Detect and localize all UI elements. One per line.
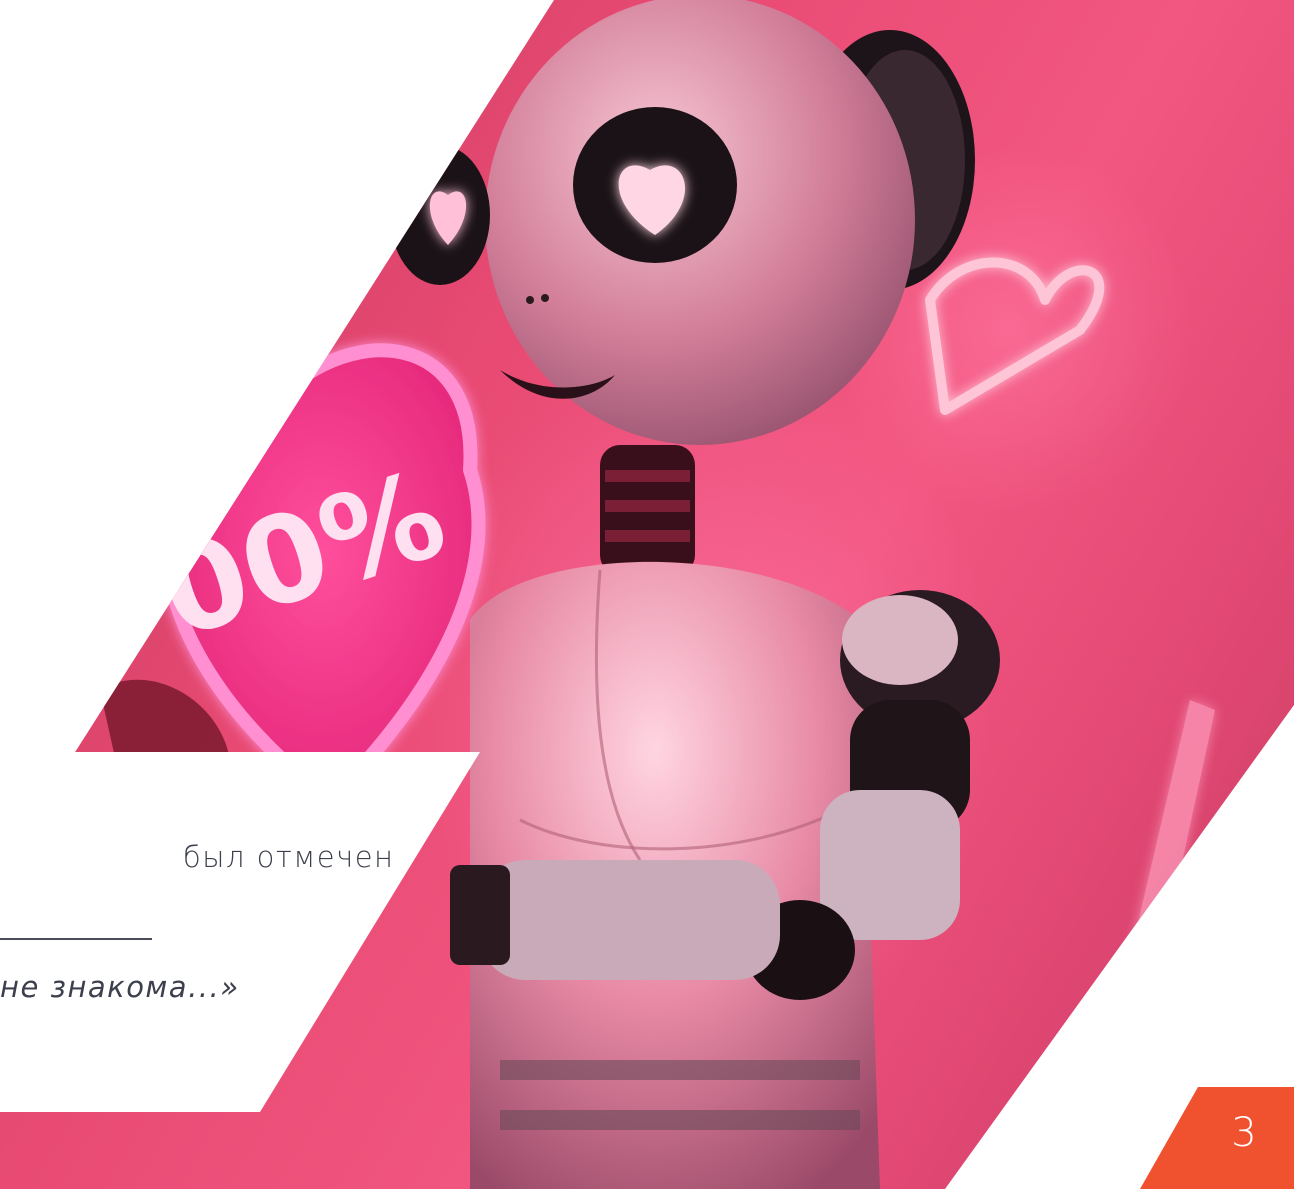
- quote-text-line1: был отмечен: [183, 840, 395, 874]
- quote-divider: [0, 938, 152, 940]
- wall-neon-heart: [925, 257, 1105, 415]
- page-number-tab: [1140, 1087, 1294, 1189]
- page-number: 3: [1231, 1110, 1257, 1156]
- slide: 00% был отмечен не знакома...» 3: [0, 0, 1294, 1189]
- robot-forearm: [480, 860, 780, 980]
- wall-neon-tube: [1120, 700, 1215, 1010]
- quote-text-line2: не знакома...»: [0, 970, 240, 1004]
